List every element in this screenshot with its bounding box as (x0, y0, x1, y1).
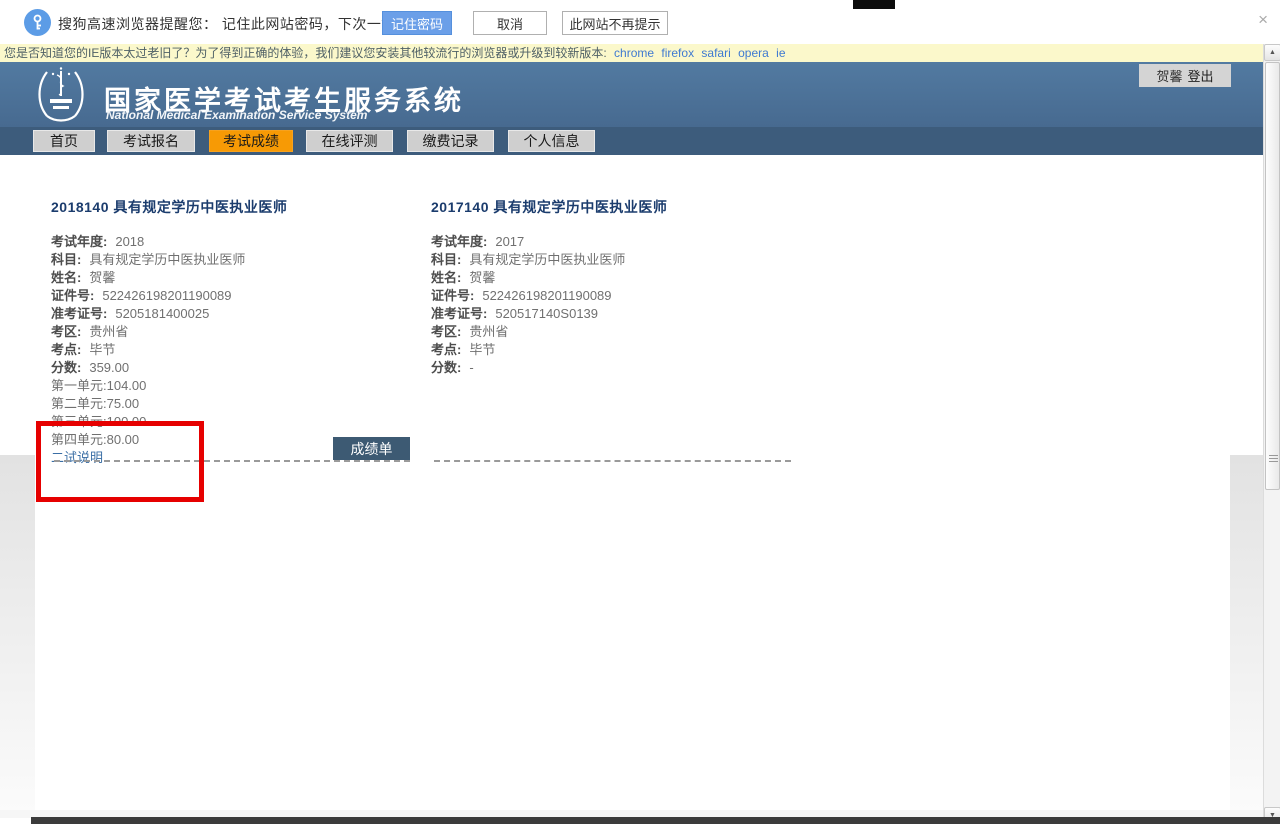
cancel-button[interactable]: 取消 (473, 11, 547, 35)
unit-score: 第三单元:100.00 (51, 413, 423, 431)
field-value: 具有规定学历中医执业医师 (89, 252, 245, 267)
field-value: 522426198201190089 (482, 288, 611, 303)
user-name: 贺馨 (1156, 66, 1182, 85)
tab-online-test[interactable]: 在线评测 (306, 130, 393, 152)
ie-version-warning-bar: 您是否知道您的IE版本太过老旧了？为了得到正确的体验，我们建议您安装其他较流行的… (0, 44, 1263, 62)
field-value: 毕节 (89, 342, 115, 357)
field-label: 考点: (51, 342, 81, 357)
card-separator (54, 460, 410, 462)
field-value: 贵州省 (469, 324, 508, 339)
field-label: 分数: (51, 360, 81, 375)
field-value: 贺馨 (89, 270, 115, 285)
field-label: 分数: (431, 360, 461, 375)
field-row: 准考证号: 520517140S0139 (431, 305, 803, 323)
field-value: 522426198201190089 (102, 288, 231, 303)
field-value: 毕节 (469, 342, 495, 357)
field-value: 2018 (115, 234, 144, 249)
field-label: 准考证号: (431, 306, 487, 321)
tab-personal-info[interactable]: 个人信息 (508, 130, 595, 152)
field-label: 证件号: (51, 288, 94, 303)
link-opera[interactable]: opera (738, 46, 769, 60)
retest-info-link[interactable]: 二试说明 (51, 449, 103, 467)
card-separator (434, 460, 791, 462)
field-row: 考试年度: 2018 (51, 233, 423, 251)
field-label: 考区: (431, 324, 461, 339)
ie-warning-message: 您是否知道您的IE版本太过老旧了？为了得到正确的体验，我们建议您安装其他较流行的… (4, 46, 607, 60)
link-chrome[interactable]: chrome (614, 46, 654, 60)
scrollbar-thumb[interactable] (1265, 62, 1280, 490)
field-label: 考试年度: (51, 234, 107, 249)
tab-payment-record[interactable]: 缴费记录 (407, 130, 494, 152)
field-value: 具有规定学历中医执业医师 (469, 252, 625, 267)
link-safari[interactable]: safari (701, 46, 730, 60)
field-row: 分数: 359.00 (51, 359, 423, 377)
field-label: 姓名: (431, 270, 461, 285)
field-value: - (469, 360, 473, 375)
field-label: 考试年度: (431, 234, 487, 249)
field-label: 科目: (51, 252, 81, 267)
unit-score: 第一单元:104.00 (51, 377, 423, 395)
unit-score: 第二单元:75.00 (51, 395, 423, 413)
field-row: 证件号: 522426198201190089 (431, 287, 803, 305)
field-row: 姓名: 贺馨 (431, 269, 803, 287)
field-value: 贵州省 (89, 324, 128, 339)
vertical-scrollbar[interactable]: ▲ ▼ (1263, 44, 1280, 824)
scrollbar-grip (1269, 455, 1278, 463)
field-row: 证件号: 522426198201190089 (51, 287, 423, 305)
result-title: 2017140 具有规定学历中医执业医师 (431, 197, 803, 217)
tab-registration[interactable]: 考试报名 (107, 130, 195, 152)
field-label: 考区: (51, 324, 81, 339)
field-label: 准考证号: (51, 306, 107, 321)
field-label: 考点: (431, 342, 461, 357)
user-session-box[interactable]: 贺馨 登出 (1139, 64, 1231, 87)
tab-home[interactable]: 首页 (33, 130, 95, 152)
scroll-up-icon[interactable]: ▲ (1264, 44, 1280, 61)
field-row: 考试年度: 2017 (431, 233, 803, 251)
score-report-button[interactable]: 成绩单 (333, 437, 410, 460)
field-row: 考点: 毕节 (51, 341, 423, 359)
site-subtitle: National Medical Examination Service Sys… (106, 108, 367, 122)
site-header: 国家医学考试考生服务系统 National Medical Examinatio… (0, 62, 1280, 127)
remember-password-button[interactable]: 记住密码 (382, 11, 452, 35)
bottom-dark-bar (31, 817, 1280, 824)
field-value: 贺馨 (469, 270, 495, 285)
link-firefox[interactable]: firefox (661, 46, 694, 60)
logout-link[interactable]: 登出 (1188, 66, 1214, 85)
result-card-2018: 2018140 具有规定学历中医执业医师 考试年度: 2018 科目: 具有规定学历… (51, 197, 423, 467)
browser-chrome-artifact (853, 0, 895, 9)
field-row: 考区: 贵州省 (51, 323, 423, 341)
field-row: 科目: 具有规定学历中医执业医师 (51, 251, 423, 269)
field-row: 分数:- (431, 359, 803, 377)
nmec-logo (33, 66, 89, 128)
never-remind-button[interactable]: 此网站不再提示 (562, 11, 668, 35)
close-icon[interactable]: × (1258, 11, 1268, 28)
result-card-2017: 2017140 具有规定学历中医执业医师 考试年度: 2017 科目: 具有规定学历… (431, 197, 803, 377)
field-label: 证件号: (431, 288, 474, 303)
key-icon (24, 9, 51, 36)
right-margin (1230, 455, 1263, 811)
field-row: 准考证号: 5205181400025 (51, 305, 423, 323)
field-label: 科目: (431, 252, 461, 267)
field-label: 姓名: (51, 270, 81, 285)
field-row: 科目: 具有规定学历中医执业医师 (431, 251, 803, 269)
main-nav: 首页 考试报名 考试成绩 在线评测 缴费记录 个人信息 (0, 127, 1280, 155)
field-row: 考区: 贵州省 (431, 323, 803, 341)
field-value: 520517140S0139 (495, 306, 598, 321)
tab-exam-scores[interactable]: 考试成绩 (209, 130, 293, 152)
field-value: 5205181400025 (115, 306, 209, 321)
nmec-emblem-icon (33, 66, 89, 123)
field-value: 359.00 (89, 360, 129, 375)
left-margin (0, 455, 35, 811)
field-row: 姓名: 贺馨 (51, 269, 423, 287)
key-icon-glyph (30, 14, 45, 31)
field-value: 2017 (495, 234, 524, 249)
browser-password-bar: 搜狗高速浏览器提醒您： 记住此网站密码，下次一键登录！ 记住密码 取消 此网站不… (0, 0, 1280, 44)
link-ie[interactable]: ie (776, 46, 785, 60)
field-row: 考点: 毕节 (431, 341, 803, 359)
result-title: 2018140 具有规定学历中医执业医师 (51, 197, 423, 217)
